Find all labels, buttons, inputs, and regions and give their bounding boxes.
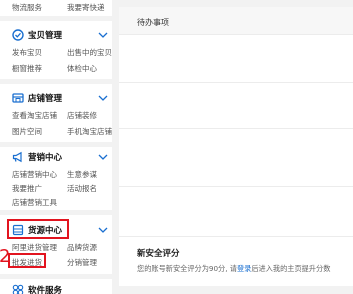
sidebar-item-view-store[interactable]: 查看淘宝店铺 — [12, 110, 57, 121]
chevron-down-icon[interactable] — [98, 94, 108, 102]
sidebar-item-on-sale[interactable]: 出售中的宝贝 — [67, 47, 112, 58]
divider — [119, 0, 353, 7]
divider — [0, 210, 112, 215]
divider — [119, 186, 353, 187]
section-header[interactable]: 宝贝管理 — [12, 28, 62, 42]
divider — [0, 16, 112, 21]
todo-header: 待办事项 — [119, 7, 353, 35]
sidebar-item-decorate[interactable]: 店铺装修 — [67, 110, 97, 121]
divider — [112, 0, 119, 294]
main-panel: 待办事项 新安全评分 您的账号新安全评分为90分, 请登录后进入我的主页提升分数 — [119, 0, 353, 294]
section-header[interactable]: 营销中心 — [12, 150, 62, 164]
link-logistics[interactable]: 物流服务 — [12, 2, 42, 13]
section-title: 店铺管理 — [28, 94, 63, 104]
security-desc-suffix: 后进入我的主页提升分数 — [251, 264, 331, 273]
sidebar-item-promote[interactable]: 我要推广 — [12, 183, 42, 194]
sidebar-item-distribution[interactable]: 分销管理 — [67, 257, 97, 268]
divider — [0, 142, 112, 147]
link-send-express[interactable]: 我要寄快递 — [67, 2, 105, 13]
sidebar: 物流服务 我要寄快递 宝贝管理 发布宝贝 出售中的宝贝 橱窗推荐 体检中心 店铺… — [0, 0, 112, 294]
divider — [0, 79, 112, 84]
divider — [119, 286, 353, 294]
apps-icon — [12, 284, 24, 294]
section-title: 软件服务 — [28, 286, 63, 294]
sidebar-item-ali-purchase[interactable]: 阿里进货管理 — [12, 242, 57, 253]
divider — [119, 82, 353, 83]
security-score-desc: 您的账号新安全评分为90分, 请登录后进入我的主页提升分数 — [137, 264, 330, 274]
highlight-box-sourcing — [7, 219, 69, 239]
sidebar-item-image-space[interactable]: 图片空间 — [12, 126, 42, 137]
section-header[interactable]: 店铺管理 — [12, 91, 62, 105]
security-desc-prefix: 您的账号新安全评分为90分, 请 — [137, 264, 237, 273]
sidebar-item-events[interactable]: 活动报名 — [67, 183, 97, 194]
todo-title: 待办事项 — [137, 18, 169, 27]
chevron-down-icon[interactable] — [98, 226, 108, 234]
divider — [119, 128, 353, 129]
highlight-box-wholesale — [8, 253, 46, 268]
megaphone-icon — [12, 151, 22, 163]
section-title: 宝贝管理 — [28, 31, 63, 41]
sidebar-item-store-marketing[interactable]: 店铺营销中心 — [12, 169, 57, 180]
sidebar-item-marketing-tools[interactable]: 店铺营销工具 — [12, 197, 57, 208]
box-icon — [12, 29, 24, 41]
chevron-down-icon[interactable] — [98, 31, 108, 39]
sidebar-item-showcase[interactable]: 橱窗推荐 — [12, 63, 42, 74]
section-header[interactable]: 软件服务 — [12, 283, 62, 294]
sidebar-item-mobile-store[interactable]: 手机淘宝店铺 — [67, 126, 112, 137]
step-number: 2 — [0, 246, 11, 267]
sidebar-item-business-advisor[interactable]: 生意参谋 — [67, 169, 97, 180]
security-score-title: 新安全评分 — [137, 249, 180, 259]
divider — [0, 274, 112, 279]
store-icon — [12, 93, 24, 103]
sidebar-item-publish[interactable]: 发布宝贝 — [12, 47, 42, 58]
sidebar-item-checkup[interactable]: 体检中心 — [67, 63, 97, 74]
divider — [119, 236, 353, 237]
section-title: 营销中心 — [28, 153, 63, 163]
login-link[interactable]: 登录 — [237, 264, 251, 273]
top-links: 物流服务 我要寄快递 — [12, 2, 112, 12]
sidebar-item-brand-supply[interactable]: 品牌货源 — [67, 242, 97, 253]
chevron-down-icon[interactable] — [98, 153, 108, 161]
